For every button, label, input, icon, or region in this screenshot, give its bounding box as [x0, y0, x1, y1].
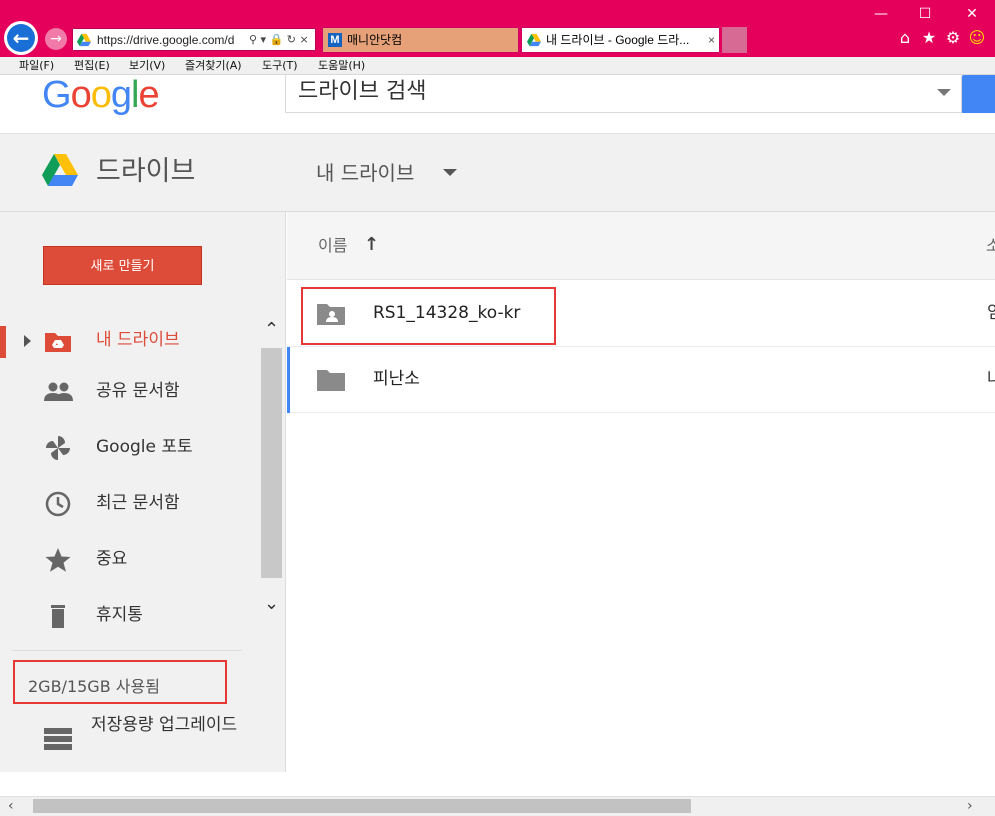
google-logo[interactable]: Google [42, 75, 160, 115]
upgrade-label[interactable]: 저장용량 업그레이드 [91, 716, 251, 735]
home-icon[interactable]: ⌂ [895, 29, 915, 47]
star-icon [45, 548, 71, 572]
maximize-icon[interactable]: ☐ [910, 4, 940, 24]
google-drive-favicon-icon [77, 33, 91, 47]
menu-file[interactable]: 파일(F) [19, 57, 54, 74]
sidebar-item-label: 중요 [96, 549, 128, 569]
sort-ascending-icon[interactable]: ↑ [364, 233, 379, 257]
google-drive-favicon-icon [527, 33, 541, 47]
scroll-left-icon[interactable]: ‹ [8, 798, 14, 814]
trash-icon [51, 605, 65, 628]
sidebar-item-label: 휴지통 [96, 605, 143, 625]
owner-cell: 나 [987, 369, 995, 389]
location-dropdown[interactable]: 내 드라이브 [316, 158, 414, 188]
tab-label: 매니안닷컴 [347, 33, 403, 47]
row-focus-indicator [287, 347, 290, 413]
owner-cell: 임 [987, 303, 995, 323]
google-photos-icon [46, 436, 70, 460]
caret-down-icon[interactable] [443, 169, 457, 176]
google-drive-logo-icon [42, 154, 78, 186]
tab-maniahn[interactable]: M 매니안닷컴 [322, 27, 519, 53]
clock-icon [45, 491, 71, 517]
scroll-down-icon[interactable]: ⌄ [261, 592, 282, 616]
back-arrow-icon: ← [7, 24, 35, 52]
file-name[interactable]: 피난소 [373, 366, 420, 392]
tab-google-drive[interactable]: 내 드라이브 - Google 드라... × [521, 27, 720, 53]
forward-button[interactable]: → [45, 28, 67, 50]
new-tab-button[interactable] [722, 27, 747, 53]
sidebar-item-shared[interactable]: 공유 문서함 [0, 369, 260, 413]
search-button[interactable] [962, 75, 995, 113]
sidebar-item-trash[interactable]: 휴지통 [0, 593, 260, 637]
menu-bar: 파일(F) 편집(E) 보기(V) 즐겨찾기(A) 도구(T) 도움말(H) [0, 57, 995, 75]
menu-view[interactable]: 보기(V) [129, 57, 165, 74]
close-window-icon[interactable]: ✕ [957, 4, 987, 24]
minimize-icon[interactable]: — [866, 4, 896, 24]
address-bar[interactable]: https://drive.google.com/d ⚲ ▾ 🔒 ↻ × [72, 28, 316, 51]
sidebar-item-recent[interactable]: 최근 문서함 [0, 481, 260, 525]
tab-close-icon[interactable]: × [708, 28, 715, 52]
menu-tools[interactable]: 도구(T) [262, 57, 298, 74]
folder-icon [317, 370, 345, 391]
sidebar-item-label: 공유 문서함 [96, 381, 180, 401]
horizontal-scrollbar-thumb[interactable] [33, 799, 691, 813]
drive-title: 드라이브 [96, 156, 196, 187]
column-name-header[interactable]: 이름 [318, 234, 347, 258]
new-button[interactable]: 새로 만들기 [43, 246, 202, 285]
search-placeholder: 드라이브 검색 [298, 79, 427, 104]
menu-help[interactable]: 도움말(H) [318, 57, 365, 74]
back-button[interactable]: ← [4, 21, 38, 55]
favorites-star-icon[interactable]: ★ [919, 29, 939, 47]
sidebar-item-label: Google 포토 [96, 437, 193, 457]
settings-gear-icon[interactable]: ⚙ [943, 29, 963, 47]
storage-stack-icon [44, 728, 72, 750]
scroll-right-icon[interactable]: › [967, 798, 973, 814]
list-header [287, 212, 995, 280]
search-options-dropdown-icon[interactable] [937, 89, 951, 96]
sidebar-item-starred[interactable]: 중요 [0, 537, 260, 581]
maniahn-favicon-icon: M [328, 33, 342, 47]
smiley-feedback-icon[interactable]: ☺ [967, 29, 987, 47]
sidebar-scrollbar-thumb[interactable] [261, 348, 282, 578]
column-owner-header[interactable]: 소 [986, 234, 995, 258]
sidebar-divider [12, 650, 242, 651]
row-highlight-box [301, 287, 556, 345]
sidebar-item-label: 최근 문서함 [96, 493, 180, 513]
menu-favorites[interactable]: 즐겨찾기(A) [185, 57, 242, 74]
shared-people-icon [44, 382, 73, 401]
list-item[interactable]: 피난소 나 [287, 347, 995, 413]
scroll-up-icon[interactable]: ⌃ [261, 318, 282, 342]
storage-usage: 2GB/15GB 사용됨 [28, 677, 160, 696]
drive-search-input[interactable]: 드라이브 검색 [285, 75, 962, 113]
menu-edit[interactable]: 편집(E) [74, 57, 110, 74]
sidebar-item-label: 내 드라이브 [96, 330, 180, 350]
page-bottom [0, 772, 995, 796]
address-bar-icons[interactable]: ⚲ ▾ 🔒 ↻ × [249, 31, 309, 49]
address-url[interactable]: https://drive.google.com/d [97, 32, 247, 48]
my-drive-icon [45, 333, 71, 352]
sidebar-item-my-drive[interactable]: 내 드라이브 [0, 318, 260, 362]
tab-label: 내 드라이브 - Google 드라... [546, 33, 690, 47]
sidebar-item-google-photos[interactable]: Google 포토 [0, 425, 260, 469]
